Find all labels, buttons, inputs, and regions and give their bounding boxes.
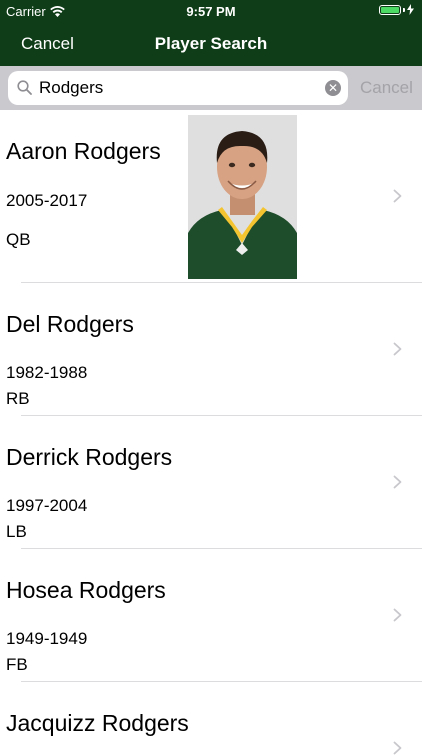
chevron-right-icon bbox=[393, 475, 402, 489]
chevron-right-icon bbox=[393, 741, 402, 755]
chevron-right-icon bbox=[393, 342, 402, 356]
battery-cap bbox=[403, 7, 405, 12]
player-position: LB bbox=[6, 522, 27, 541]
list-item[interactable]: Del Rodgers 1982-1988 RB bbox=[6, 283, 422, 416]
player-name: Hosea Rodgers bbox=[6, 577, 166, 603]
player-name: Del Rodgers bbox=[6, 311, 134, 337]
chevron-right-icon bbox=[393, 608, 402, 622]
search-input[interactable] bbox=[39, 71, 319, 105]
status-time: 9:57 PM bbox=[186, 4, 236, 19]
list-item[interactable]: Hosea Rodgers 1949-1949 FB bbox=[6, 549, 422, 682]
list-item[interactable]: Jacquizz Rodgers bbox=[6, 682, 422, 755]
battery-group bbox=[379, 4, 414, 15]
nav-cancel-button[interactable]: Cancel bbox=[21, 34, 74, 54]
player-years: 1997-2004 bbox=[6, 496, 88, 515]
player-name: Jacquizz Rodgers bbox=[6, 710, 189, 736]
results-list: Aaron Rodgers 2005-2017 QB Del Rodgers 1… bbox=[0, 110, 422, 755]
battery-icon bbox=[379, 4, 401, 15]
player-name: Derrick Rodgers bbox=[6, 444, 173, 470]
player-years: 1949-1949 bbox=[6, 629, 88, 648]
charging-bolt-icon bbox=[407, 4, 414, 15]
list-item[interactable]: Aaron Rodgers 2005-2017 QB bbox=[6, 110, 422, 283]
player-years: 1982-1988 bbox=[6, 363, 88, 382]
player-photo bbox=[188, 115, 297, 279]
status-bar: Carrier 9:57 PM bbox=[0, 0, 422, 22]
player-years: 2005-2017 bbox=[6, 191, 88, 210]
search-icon bbox=[17, 80, 32, 95]
player-position: QB bbox=[6, 230, 31, 249]
search-field[interactable]: ✕ bbox=[8, 71, 348, 105]
navigation-bar: Cancel Player Search bbox=[0, 22, 422, 66]
player-name: Aaron Rodgers bbox=[6, 138, 161, 164]
chevron-right-icon bbox=[393, 189, 402, 203]
player-position: FB bbox=[6, 655, 28, 674]
search-bar: ✕ Cancel bbox=[0, 66, 422, 110]
search-cancel-button[interactable]: Cancel bbox=[360, 78, 413, 98]
player-position: RB bbox=[6, 389, 30, 408]
list-item[interactable]: Derrick Rodgers 1997-2004 LB bbox=[6, 416, 422, 549]
clear-icon[interactable]: ✕ bbox=[325, 80, 341, 96]
